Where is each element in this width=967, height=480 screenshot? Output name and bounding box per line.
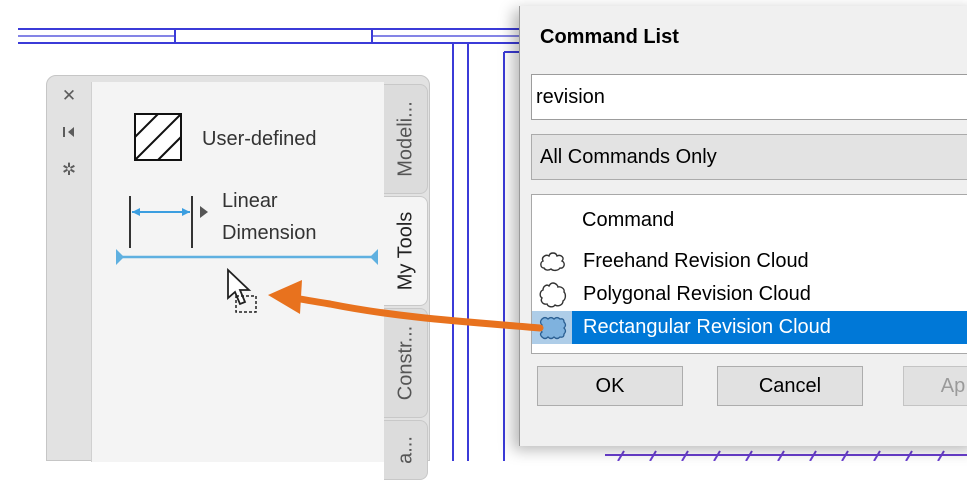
ok-button[interactable]: OK [537, 366, 683, 406]
rectangular-cloud-icon [539, 316, 567, 340]
apply-button[interactable]: Ap [903, 366, 967, 406]
tab-my-tools[interactable]: My Tools [384, 196, 428, 306]
list-item-freehand-revision-cloud[interactable]: Freehand Revision Cloud [532, 245, 967, 278]
list-item-label: Freehand Revision Cloud [583, 250, 809, 272]
list-item-label: Polygonal Revision Cloud [583, 283, 811, 305]
polygonal-cloud-icon [539, 282, 567, 308]
properties-icon[interactable]: ✲ [59, 160, 79, 180]
tab-constraints[interactable]: Constr... [384, 308, 428, 418]
cancel-button[interactable]: Cancel [717, 366, 863, 406]
palette-content: User-defined Linear Dimension [91, 82, 384, 462]
dialog-title: Command List [540, 26, 679, 48]
command-list[interactable]: Command Freehand Revision Cloud Polygona… [531, 194, 967, 354]
tool-palette: ✕ ✲ User-defined Linear Dimension Modeli… [46, 75, 430, 480]
drag-cursor-icon [227, 268, 257, 313]
list-header-command[interactable]: Command [532, 195, 967, 245]
list-item-rectangular-revision-cloud[interactable]: Rectangular Revision Cloud [532, 311, 967, 344]
auto-hide-icon[interactable] [59, 122, 79, 142]
tool-linear-label-line1: Linear [222, 190, 278, 212]
tab-annotation[interactable]: a... [384, 420, 428, 480]
command-search-input[interactable] [531, 74, 967, 120]
tool-user-defined-hatch[interactable]: User-defined [134, 108, 394, 168]
close-icon[interactable]: ✕ [59, 86, 79, 106]
list-item-label: Rectangular Revision Cloud [583, 316, 831, 338]
tab-modeling[interactable]: Modeli... [384, 84, 428, 194]
tool-user-defined-label: User-defined [202, 128, 317, 150]
command-filter-dropdown[interactable]: All Commands Only [531, 134, 967, 180]
palette-title-strip: ✕ ✲ [47, 76, 89, 460]
command-filter-selected: All Commands Only [540, 146, 717, 168]
command-list-dialog: Command List All Commands Only Command F… [519, 6, 967, 446]
drop-insertion-indicator [116, 249, 378, 265]
list-item-polygonal-revision-cloud[interactable]: Polygonal Revision Cloud [532, 278, 967, 311]
hatch-icon [134, 113, 182, 161]
linear-dimension-icon [129, 196, 208, 248]
freehand-cloud-icon [540, 252, 565, 272]
tool-linear-label-line2: Dimension [222, 222, 317, 244]
